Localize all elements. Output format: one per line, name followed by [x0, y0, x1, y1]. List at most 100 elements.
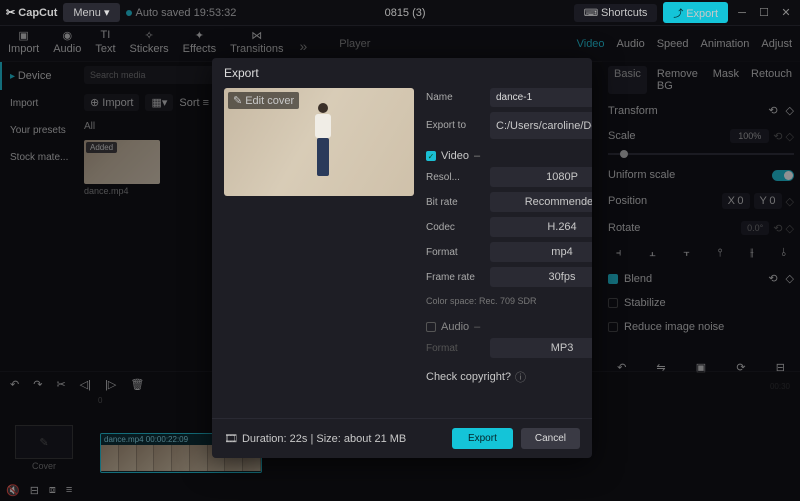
- audio-section-check[interactable]: [426, 322, 436, 332]
- app-name: CapCut: [18, 7, 57, 19]
- tl-back-icon[interactable]: ◁|: [80, 378, 91, 391]
- align-left-icon[interactable]: ⫞: [616, 247, 622, 260]
- scale-value[interactable]: 100%: [730, 129, 769, 143]
- blend-label: Blend: [624, 273, 652, 285]
- video-section-check[interactable]: ✓: [426, 151, 436, 161]
- subtab-retouch[interactable]: Retouch: [749, 66, 794, 94]
- tl-lock-icon[interactable]: ⊟: [30, 484, 39, 497]
- tool-effects[interactable]: ✦Effects: [183, 28, 216, 55]
- tl-magnet-icon[interactable]: ⧈: [49, 484, 56, 497]
- sort-button[interactable]: Sort ≡: [179, 97, 209, 109]
- resolution-label: Resol...: [426, 172, 482, 183]
- tl-mute-icon[interactable]: 🔇: [6, 484, 20, 497]
- exportto-path[interactable]: C:/Users/caroline/De...🗀: [490, 112, 592, 139]
- tool-audio[interactable]: ◉Audio: [53, 28, 81, 55]
- tab-video[interactable]: Video: [577, 38, 605, 50]
- subtab-mask[interactable]: Mask: [711, 66, 741, 94]
- stabilize-check[interactable]: [608, 298, 618, 308]
- maximize-icon[interactable]: ☐: [756, 5, 772, 21]
- shortcuts-button[interactable]: ⌨ Shortcuts: [574, 4, 658, 22]
- pos-x[interactable]: X 0: [722, 193, 750, 209]
- audio-format-select: MP3: [490, 338, 592, 358]
- position-label: Position: [608, 195, 647, 207]
- tl-fwd-icon[interactable]: |▷: [105, 378, 116, 391]
- duration-info: Duration: 22s | Size: about 21 MB: [242, 433, 406, 445]
- bitrate-select[interactable]: Recommended: [490, 192, 592, 212]
- name-input[interactable]: [490, 88, 592, 107]
- nav-device[interactable]: ▸ Device: [0, 62, 80, 90]
- tool-stickers[interactable]: ✧Stickers: [130, 28, 169, 55]
- tl-split-icon[interactable]: ✂: [56, 378, 65, 391]
- import-media-button[interactable]: ⊕ Import: [84, 94, 139, 111]
- tl-undo-icon[interactable]: ↶: [10, 378, 19, 391]
- format-select[interactable]: mp4: [490, 242, 592, 262]
- menu-button[interactable]: Menu ▾: [63, 3, 119, 22]
- close-icon[interactable]: ✕: [778, 5, 794, 21]
- info-icon[interactable]: ⓘ: [515, 369, 526, 385]
- export-preview[interactable]: ✎Edit cover: [224, 88, 414, 196]
- blend-check[interactable]: [608, 274, 618, 284]
- inspector-tabs: Video Audio Speed Animation Adjust: [577, 30, 792, 58]
- rotate-value[interactable]: 0.0°: [741, 221, 769, 235]
- subtab-basic[interactable]: Basic: [608, 66, 647, 94]
- nav-import[interactable]: Import: [0, 90, 80, 117]
- tool-text[interactable]: TIText: [95, 28, 115, 55]
- align-bottom-icon[interactable]: ⫰: [781, 247, 786, 260]
- export-button-top[interactable]: ⤴ Export: [663, 2, 728, 23]
- tl-del-icon[interactable]: 🗑: [130, 378, 144, 391]
- pos-y[interactable]: Y 0: [754, 193, 782, 209]
- video-section-label: Video: [441, 150, 469, 162]
- export-dialog: Export ✎Edit cover Name Export to C:/User…: [212, 58, 592, 458]
- name-label: Name: [426, 92, 482, 103]
- copyright-label: Check copyright?ⓘ: [426, 369, 526, 385]
- cancel-button[interactable]: Cancel: [521, 428, 580, 449]
- film-icon: 🎞: [224, 432, 238, 445]
- align-middle-icon[interactable]: ⫲: [750, 247, 754, 260]
- tab-adjust[interactable]: Adjust: [761, 38, 792, 50]
- properties-panel: Basic Remove BG Mask Retouch Transform⟲◇…: [602, 58, 800, 397]
- subtab-removebg[interactable]: Remove BG: [655, 66, 703, 94]
- keyframe-icon[interactable]: ◇: [786, 104, 794, 117]
- tl-redo-icon[interactable]: ↷: [33, 378, 42, 391]
- timeline-cover[interactable]: ✎ Cover: [6, 425, 82, 471]
- tl-opt-icon[interactable]: ≡: [66, 484, 72, 497]
- tool-more-icon[interactable]: »: [299, 34, 307, 54]
- export-confirm-button[interactable]: Export: [452, 428, 513, 449]
- format-label: Format: [426, 247, 482, 258]
- left-nav: ▸ Device Import Your presets Stock mate.…: [0, 62, 80, 171]
- tab-audio[interactable]: Audio: [617, 38, 645, 50]
- project-title: 0815 (3): [242, 7, 567, 19]
- media-clip[interactable]: Added dance.mp4: [84, 140, 160, 196]
- reset-icon[interactable]: ⟲: [768, 104, 777, 117]
- scale-slider[interactable]: [608, 153, 794, 155]
- title-bar: ✂ CapCut Menu ▾ Auto saved 19:53:32 0815…: [0, 0, 800, 26]
- uniform-label: Uniform scale: [608, 169, 675, 181]
- tool-import[interactable]: ▣Import: [8, 28, 39, 55]
- nav-stock[interactable]: Stock mate...: [0, 144, 80, 171]
- minimize-icon[interactable]: ─: [734, 5, 750, 21]
- tool-transitions[interactable]: ⋈Transitions: [230, 28, 283, 55]
- codec-select[interactable]: H.264: [490, 217, 592, 237]
- exportto-label: Export to: [426, 120, 482, 131]
- tab-animation[interactable]: Animation: [701, 38, 750, 50]
- clip-added-badge: Added: [86, 142, 117, 153]
- noise-check[interactable]: [608, 322, 618, 332]
- align-right-icon[interactable]: ⫟: [683, 247, 690, 260]
- audio-section-label: Audio: [441, 321, 469, 333]
- align-center-icon[interactable]: ⫠: [649, 247, 656, 260]
- noise-label: Reduce image noise: [624, 321, 724, 333]
- stabilize-label: Stabilize: [624, 297, 666, 309]
- resolution-select[interactable]: 1080P: [490, 167, 592, 187]
- cover-edit-icon[interactable]: ✎: [39, 436, 48, 449]
- framerate-select[interactable]: 30fps: [490, 267, 592, 287]
- edit-cover-button[interactable]: ✎Edit cover: [228, 92, 299, 109]
- player-label: Player: [339, 38, 370, 50]
- align-top-icon[interactable]: ⫯: [718, 247, 723, 260]
- tab-speed[interactable]: Speed: [657, 38, 689, 50]
- uniform-toggle[interactable]: [772, 170, 794, 181]
- nav-presets[interactable]: Your presets: [0, 117, 80, 144]
- grid-view-icon[interactable]: ▦▾: [145, 94, 173, 111]
- export-title: Export: [212, 58, 592, 88]
- scale-label: Scale: [608, 130, 636, 142]
- align-icons: ⫞ ⫠ ⫟ ⫯ ⫲ ⫰: [608, 241, 794, 266]
